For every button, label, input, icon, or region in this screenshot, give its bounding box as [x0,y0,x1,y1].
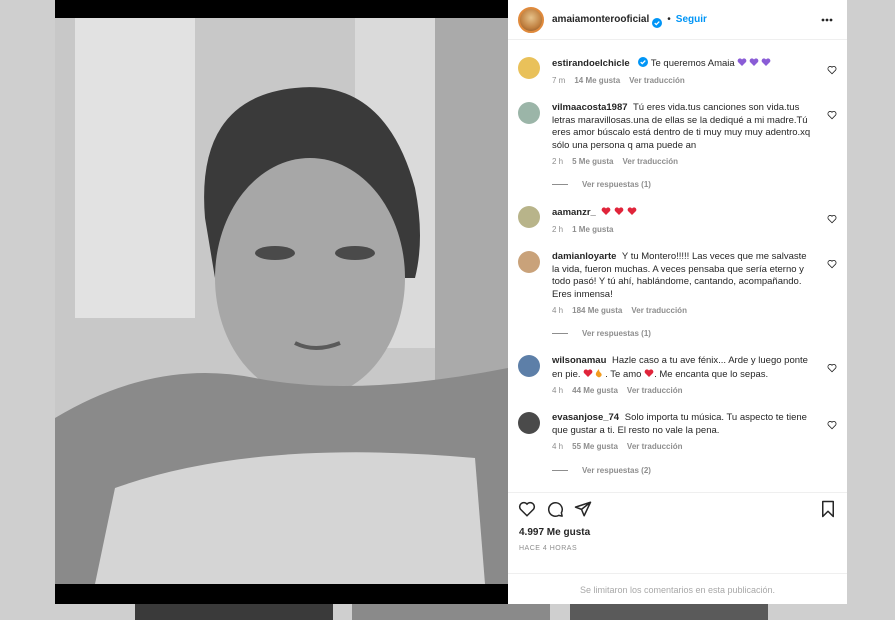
comment-text: . Te amo [605,368,642,380]
more-options-icon[interactable] [819,12,835,28]
view-replies-button[interactable]: Ver respuestas (2) [552,466,651,475]
heart-icon[interactable] [827,62,837,75]
post-header: amaiamonterooficial • Seguir [508,0,847,40]
comment-item: evasanjose_74 Solo importa tu música. Tu… [518,412,837,454]
replies-line [552,184,568,185]
comment-likes[interactable]: 44 Me gusta [572,385,618,398]
post-timestamp: HACE 4 HORAS [519,545,578,552]
comment-likes[interactable]: 14 Me gusta [574,75,620,88]
post-modal: amaiamonterooficial • Seguir estirandoel… [55,0,847,604]
comments-list: estirandoelchicle Te queremos Amaia 7 m … [508,44,847,492]
author-avatar[interactable] [518,6,544,33]
purple-hearts-emoji [737,58,771,69]
background-thumbnail [352,604,550,620]
view-replies-label[interactable]: Ver respuestas (1) [582,329,651,338]
commenter-username[interactable]: damianloyarte [552,251,616,262]
comment-item: estirandoelchicle Te queremos Amaia 7 m … [518,57,837,87]
comment-item: damianloyarte Y tu Montero!!!!! Las vece… [518,251,837,318]
comment-time: 7 m [552,75,566,85]
author-username[interactable]: amaiamonterooficial [552,14,649,25]
likes-count[interactable]: 4.997 Me gusta [519,527,590,538]
see-translation-link[interactable]: Ver traducción [627,385,683,398]
heart-icon[interactable] [827,360,837,373]
heart-icon[interactable] [827,211,837,224]
comment-item: wilsonamau Hazle caso a tu ave fénix... … [518,355,837,398]
commenter-avatar[interactable] [518,57,540,79]
red-hearts-emoji [601,207,637,218]
view-replies-label[interactable]: Ver respuestas (1) [582,180,651,189]
comments-panel: amaiamonterooficial • Seguir estirandoel… [508,0,847,604]
comment-likes[interactable]: 1 Me gusta [572,224,613,237]
comment-item: vilmaacosta1987 Tú eres vida.tus cancion… [518,102,837,169]
verified-icon [652,15,663,28]
heart-icon[interactable] [827,107,837,120]
comment-time: 2 h [552,224,564,234]
view-replies-label[interactable]: Ver respuestas (2) [582,466,651,475]
red-heart-emoji [644,368,654,380]
comment-text: . Me encanta que lo sepas. [654,368,769,380]
separator-dot: • [667,14,671,25]
background-thumbnail [570,604,768,620]
verified-icon [638,57,649,67]
save-icon[interactable] [819,500,837,523]
comment-time: 4 h [552,386,564,395]
post-photo [55,18,508,584]
view-replies-button[interactable]: Ver respuestas (1) [552,329,651,338]
commenter-username[interactable]: evasanjose_74 [552,412,619,423]
commenter-username[interactable]: wilsonamau [552,355,606,366]
follow-button[interactable]: Seguir [676,14,707,25]
comment-time: 2 h [552,157,564,166]
commenter-avatar[interactable] [518,102,540,124]
commenter-username[interactable]: vilmaacosta1987 [552,102,628,113]
background-thumbnail [135,604,333,620]
comment-likes[interactable]: 5 Me gusta [572,156,613,169]
comments-limited-notice: Se limitaron los comentarios en esta pub… [508,573,847,606]
heart-icon[interactable] [827,417,837,430]
share-icon[interactable] [574,500,592,523]
heart-icon[interactable] [827,256,837,269]
comment-icon[interactable] [546,500,564,523]
see-translation-link[interactable]: Ver traducción [622,156,678,169]
see-translation-link[interactable]: Ver traducción [627,441,683,454]
comment-likes[interactable]: 184 Me gusta [572,305,622,318]
commenter-avatar[interactable] [518,412,540,434]
comment-text: Te queremos Amaia [650,58,735,69]
like-icon[interactable] [518,500,536,523]
replies-line [552,333,568,334]
comment-likes[interactable]: 55 Me gusta [572,441,618,454]
commenter-avatar[interactable] [518,206,540,228]
see-translation-link[interactable]: Ver traducción [631,305,687,318]
view-replies-button[interactable]: Ver respuestas (1) [552,180,651,189]
see-translation-link[interactable]: Ver traducción [629,75,685,88]
post-actions: 4.997 Me gusta HACE 4 HORAS Se limitaron… [508,492,847,605]
commenter-username[interactable]: aamanzr_ [552,207,596,218]
commenter-avatar[interactable] [518,251,540,273]
comment-time: 4 h [552,442,564,451]
comment-time: 4 h [552,306,564,315]
commenter-username[interactable]: estirandoelchicle [552,58,630,69]
commenter-avatar[interactable] [518,355,540,377]
comment-item: aamanzr_ 2 h 1 Me gusta [518,206,837,236]
heart-fire-emoji [583,368,605,380]
replies-line [552,470,568,471]
